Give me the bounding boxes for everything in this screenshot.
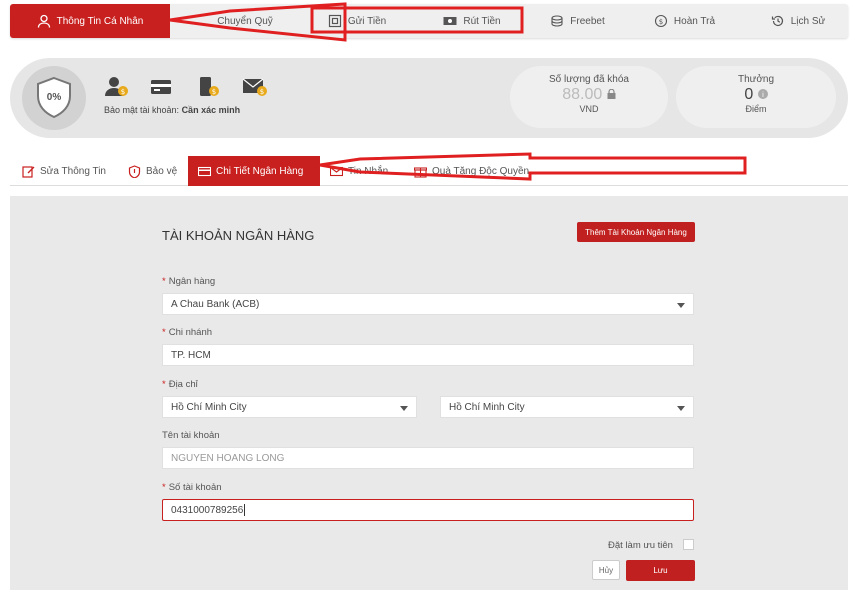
city-select[interactable]: Hồ Chí Minh City: [440, 396, 694, 418]
bank-select[interactable]: A Chau Bank (ACB): [162, 293, 694, 315]
card-verify-icon[interactable]: [150, 76, 176, 98]
shield-icon: [128, 164, 141, 178]
bank-account-panel: TÀI KHOẢN NGÂN HÀNG Thêm Tài Khoản Ngân …: [10, 196, 848, 590]
nav-transfer[interactable]: Chuyển Quỹ: [190, 4, 300, 38]
security-meter: 0%: [22, 66, 86, 130]
nav-label: Chuyển Quỹ: [217, 15, 273, 27]
security-status: Bảo mật tài khoản: Cần xác minh: [104, 105, 240, 115]
bank-card-icon: [198, 166, 211, 176]
nav-refund[interactable]: $ Hoàn Trả: [642, 4, 727, 38]
gift-icon: [414, 166, 427, 178]
save-button[interactable]: Lưu: [626, 560, 695, 581]
locked-value: 88.00: [562, 86, 603, 103]
locked-unit: VND: [579, 104, 599, 114]
default-label: Đặt làm ưu tiên: [608, 540, 673, 551]
user-icon: [37, 14, 50, 28]
svg-text:$: $: [212, 88, 216, 96]
nav-withdraw[interactable]: Rút Tiền: [422, 4, 522, 38]
mail-icon: [330, 166, 343, 176]
reward-value: 0: [744, 86, 754, 103]
tab-protection[interactable]: Bảo vệ: [128, 156, 177, 186]
svg-text:$: $: [260, 88, 264, 96]
nav-freebet[interactable]: Freebet: [535, 4, 620, 38]
account-subtabs: Sửa Thông Tin Bảo vệ Chi Tiết Ngân Hàng …: [10, 156, 848, 186]
locked-amount-box: Số lượng đã khóa 88.00 VND: [510, 66, 668, 128]
text-cursor: [244, 504, 246, 516]
account-number-value: 0431000789256: [171, 504, 244, 516]
svg-text:$: $: [659, 18, 663, 26]
security-label: Bảo mật tài khoản:: [104, 105, 180, 115]
coins-icon: [551, 15, 563, 27]
lock-icon: [607, 88, 616, 99]
account-name-label: Tên tài khoản: [162, 430, 220, 441]
nav-label: Lịch Sử: [790, 15, 826, 27]
branch-label: * Chi nhánh: [162, 327, 213, 338]
withdraw-icon: [443, 17, 457, 25]
profile-summary: 0% $ $ $ Bảo mật tài khoản: Cần xác minh…: [10, 58, 848, 138]
info-icon[interactable]: i: [757, 89, 768, 99]
edit-icon: [22, 165, 35, 178]
svg-text:$: $: [121, 88, 125, 96]
nav-label: Gửi Tiền: [347, 15, 387, 27]
account-number-input[interactable]: 0431000789256: [162, 499, 694, 521]
account-number-label: * Số tài khoản: [162, 482, 222, 493]
branch-input[interactable]: TP. HCM: [162, 344, 694, 366]
tab-label: Chi Tiết Ngân Hàng: [216, 165, 304, 177]
default-checkbox[interactable]: [683, 539, 694, 550]
nav-deposit[interactable]: Gửi Tiền: [312, 4, 402, 38]
email-verify-icon[interactable]: $: [242, 76, 268, 98]
tab-edit-info[interactable]: Sửa Thông Tin: [22, 156, 106, 186]
tab-label: Quà Tặng Độc Quyền: [432, 165, 530, 177]
nav-personal-info[interactable]: Thông Tin Cá Nhân: [10, 4, 170, 38]
deposit-icon: [328, 14, 341, 28]
nav-label: Thông Tin Cá Nhân: [56, 15, 144, 27]
nav-label: Hoàn Trả: [673, 15, 716, 27]
tab-exclusive-gifts[interactable]: Quà Tặng Độc Quyền: [414, 156, 529, 186]
refund-icon: $: [654, 14, 667, 28]
reward-box: Thưởng 0 i Điểm: [676, 66, 836, 128]
history-icon: [771, 15, 783, 27]
tab-label: Bảo vệ: [146, 165, 178, 177]
address-label: * Địa chỉ: [162, 379, 198, 390]
cancel-button[interactable]: Hủy: [592, 560, 620, 580]
nav-history[interactable]: Lịch Sử: [758, 4, 838, 38]
user-verify-icon[interactable]: $: [104, 76, 130, 98]
bank-label: * Ngân hàng: [162, 276, 216, 287]
security-status-value: Cần xác minh: [181, 105, 241, 115]
verification-icons: $ $ $: [104, 76, 268, 98]
tab-label: Sửa Thông Tin: [40, 165, 106, 177]
svg-text:i: i: [762, 91, 764, 99]
reward-unit: Điểm: [745, 104, 767, 114]
tab-bank-details[interactable]: Chi Tiết Ngân Hàng: [188, 156, 320, 186]
nav-label: Freebet: [570, 15, 605, 27]
add-bank-account-button[interactable]: Thêm Tài Khoản Ngân Hàng: [577, 222, 695, 242]
phone-verify-icon[interactable]: $: [196, 76, 222, 98]
locked-value-row: 88.00: [510, 86, 668, 104]
province-select[interactable]: Hồ Chí Minh City: [162, 396, 417, 418]
reward-value-row: 0 i: [676, 86, 836, 104]
security-percent: 0%: [46, 92, 62, 103]
account-name-input[interactable]: NGUYEN HOANG LONG: [162, 447, 694, 469]
tab-label: Tin Nhắn: [348, 165, 389, 177]
reward-title: Thưởng: [737, 74, 775, 85]
tab-messages[interactable]: Tin Nhắn: [330, 156, 388, 186]
top-navigation: Thông Tin Cá Nhân Chuyển Quỹ Gửi Tiền Rú…: [10, 4, 848, 38]
locked-title: Số lượng đã khóa: [549, 74, 629, 85]
form-title: TÀI KHOẢN NGÂN HÀNG: [162, 228, 315, 243]
nav-label: Rút Tiền: [463, 15, 501, 27]
